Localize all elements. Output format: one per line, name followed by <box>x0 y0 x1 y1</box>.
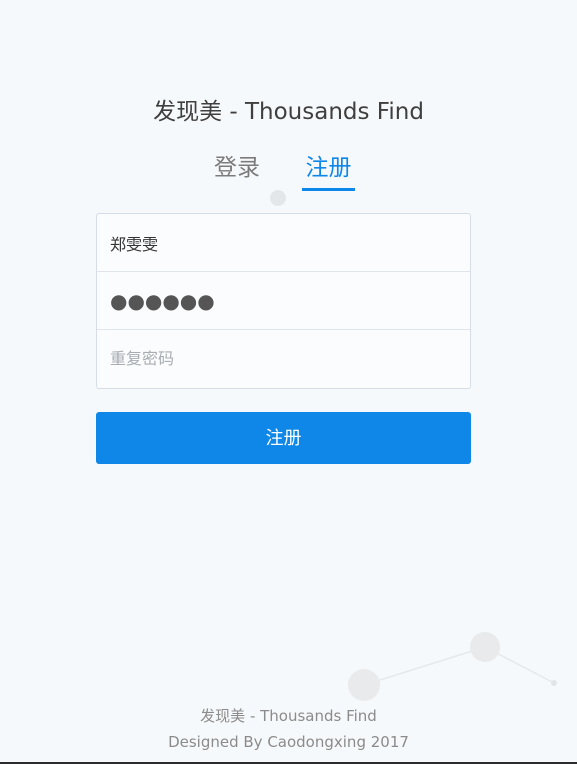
particle-dot <box>551 680 557 686</box>
password-input[interactable] <box>97 272 470 329</box>
register-form <box>96 213 471 389</box>
tab-login[interactable]: 登录 <box>214 150 260 188</box>
confirm-password-row <box>97 330 470 387</box>
auth-tabs: 登录 注册 <box>0 150 577 192</box>
particle-dot <box>470 632 500 662</box>
page-title: 发现美 - Thousands Find <box>153 99 424 125</box>
tab-register[interactable]: 注册 <box>302 150 355 191</box>
footer-title: 发现美 - Thousands Find <box>200 707 377 725</box>
username-input[interactable] <box>97 214 470 271</box>
particle-dot <box>270 190 286 206</box>
username-row <box>97 214 470 272</box>
register-button[interactable]: 注册 <box>96 412 471 464</box>
footer-credit: Designed By Caodongxing 2017 <box>168 733 409 751</box>
password-row <box>97 272 470 330</box>
confirm-password-input[interactable] <box>97 330 470 387</box>
particle-dot <box>348 669 380 701</box>
